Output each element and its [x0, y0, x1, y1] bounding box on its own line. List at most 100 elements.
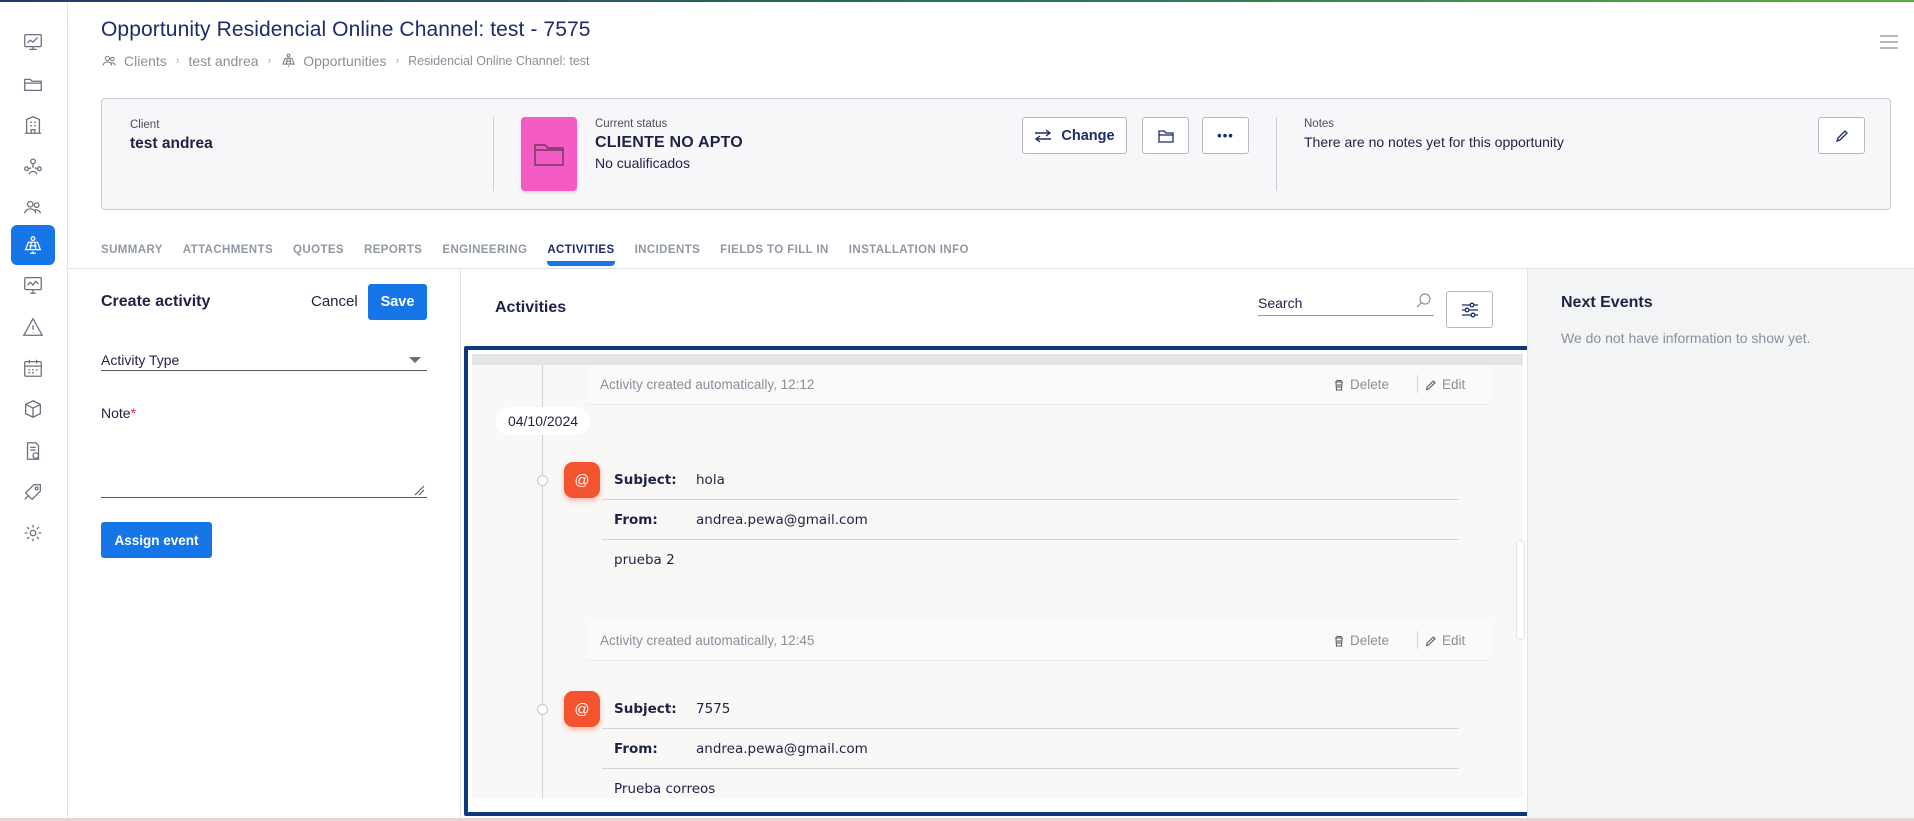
- delete-button[interactable]: Delete: [1333, 633, 1389, 648]
- open-folder-button[interactable]: [1142, 117, 1189, 154]
- feed-scroll-area[interactable]: Activity created automatically, 12:12 De…: [472, 354, 1523, 798]
- swap-arrows-icon: [1035, 128, 1052, 143]
- top-accent-bar: [0, 0, 1914, 2]
- edit-notes-button[interactable]: [1818, 117, 1865, 154]
- next-events-title: Next Events: [1561, 294, 1653, 311]
- note-textarea[interactable]: [101, 425, 427, 498]
- timeline-dot: [537, 704, 548, 715]
- notes: Notes There are no notes yet for this op…: [1304, 118, 1564, 150]
- activity-type-select[interactable]: Activity Type: [101, 349, 427, 371]
- chevron-right-icon: ›: [175, 54, 180, 67]
- divider: [493, 117, 494, 191]
- tab-incidents[interactable]: INCIDENTS: [635, 244, 701, 256]
- status-value: CLIENTE NO APTO: [595, 134, 743, 151]
- timeline-dot: [537, 475, 548, 486]
- tab-engineering[interactable]: ENGINEERING: [442, 244, 527, 256]
- tab-reports[interactable]: REPORTS: [364, 244, 422, 256]
- search-input[interactable]: Search: [1258, 291, 1434, 316]
- dashboard-icon: [24, 34, 42, 50]
- trash-icon: [1335, 379, 1343, 391]
- assign-event-button[interactable]: Assign event: [101, 522, 212, 558]
- tab-installation-info[interactable]: INSTALLATION INFO: [849, 244, 969, 256]
- tag-icon: [24, 484, 41, 501]
- folder-icon: [24, 78, 42, 92]
- tab-activities[interactable]: ACTIVITIES: [547, 244, 615, 266]
- tab-attachments[interactable]: ATTACHMENTS: [183, 244, 273, 256]
- save-button[interactable]: Save: [368, 284, 427, 320]
- current-status: Current status CLIENTE NO APTO No cualif…: [595, 118, 743, 171]
- email-from-row: From: andrea.pewa@gmail.com: [602, 729, 1459, 769]
- next-events-empty-text: We do not have information to show yet.: [1561, 330, 1811, 346]
- sidebar-item-calendar[interactable]: [11, 348, 55, 388]
- billing-icon: [26, 442, 40, 460]
- cancel-button[interactable]: Cancel: [311, 293, 358, 310]
- tab-fields-to-fill-in[interactable]: FIELDS TO FILL IN: [720, 244, 829, 256]
- opportunity-status-card: Client test andrea Current status CLIENT…: [101, 98, 1891, 210]
- clients-icon: [24, 200, 41, 214]
- sidebar-item-clients[interactable]: [11, 187, 55, 227]
- feed-top-bar: [472, 354, 1523, 365]
- filter-settings-button[interactable]: [1446, 291, 1493, 328]
- hamburger-menu-icon[interactable]: [1880, 34, 1898, 50]
- subject-value: hola: [696, 471, 725, 488]
- resize-handle-icon[interactable]: [414, 485, 425, 496]
- email-badge: @: [564, 462, 600, 498]
- divider: [1417, 631, 1418, 649]
- sidebar-item-network[interactable]: [11, 146, 55, 186]
- create-activity-title: Create activity: [101, 293, 211, 310]
- solar-opportunity-icon: [24, 236, 42, 254]
- tab-summary[interactable]: SUMMARY: [101, 244, 163, 256]
- sidebar-item-billing[interactable]: [11, 431, 55, 471]
- monitor-chart-icon: [24, 277, 42, 294]
- more-options-button[interactable]: •••: [1202, 117, 1249, 154]
- edit-button[interactable]: Edit: [1425, 377, 1465, 392]
- feed-scrollbar-thumb[interactable]: [1516, 540, 1525, 640]
- client-name: test andrea: [130, 135, 213, 152]
- sidebar-item-opportunities[interactable]: [11, 225, 55, 265]
- chevron-right-icon: ›: [395, 54, 400, 67]
- status-color-tile: [521, 117, 577, 191]
- change-status-button[interactable]: Change: [1022, 117, 1127, 154]
- column-divider: [460, 269, 461, 818]
- email-activity: Subject: 7575 From: andrea.pewa@gmail.co…: [602, 689, 1459, 797]
- activity-header-row: Activity created automatically, 12:12 De…: [587, 365, 1491, 405]
- delete-button[interactable]: Delete: [1333, 377, 1389, 392]
- edit-button[interactable]: Edit: [1425, 633, 1465, 648]
- email-body: Prueba correos: [614, 781, 716, 797]
- search-placeholder: Search: [1258, 295, 1303, 311]
- settings-icon: [24, 524, 42, 542]
- sidebar-item-files[interactable]: [11, 64, 55, 104]
- search-icon[interactable]: [1415, 292, 1432, 309]
- from-value: andrea.pewa@gmail.com: [696, 511, 868, 528]
- caret-down-icon: [409, 357, 421, 363]
- status-label: Current status: [595, 118, 668, 130]
- folder-open-icon: [1157, 129, 1174, 143]
- sidebar-item-incidents[interactable]: [11, 307, 55, 347]
- client-label: Client: [130, 119, 160, 131]
- breadcrumb-opportunities[interactable]: Opportunities: [303, 53, 386, 69]
- breadcrumb: Clients › test andrea › Opportunities › …: [101, 52, 590, 69]
- divider: [1417, 375, 1418, 393]
- people-network-icon: [24, 158, 42, 175]
- email-body: prueba 2: [614, 552, 675, 568]
- sidebar-item-settings[interactable]: [11, 513, 55, 553]
- breadcrumb-clients[interactable]: Clients: [124, 53, 167, 69]
- activity-type-placeholder: Activity Type: [101, 352, 180, 368]
- opportunity-tabs: SUMMARY ATTACHMENTS QUOTES REPORTS ENGIN…: [101, 244, 989, 266]
- activity-auto-text: Activity created automatically, 12:45: [600, 633, 815, 648]
- breadcrumb-client[interactable]: test andrea: [188, 53, 258, 69]
- sidebar-item-monitoring[interactable]: [11, 265, 55, 305]
- tab-quotes[interactable]: QUOTES: [293, 244, 344, 256]
- activity-auto-text: Activity created automatically, 12:12: [600, 377, 815, 392]
- chevron-right-icon: ›: [267, 54, 272, 67]
- subject-key: Subject:: [614, 700, 677, 717]
- sidebar-item-products[interactable]: [11, 389, 55, 429]
- status-subvalue: No cualificados: [595, 155, 690, 171]
- sidebar-item-companies[interactable]: [11, 105, 55, 145]
- sidebar-item-dashboard[interactable]: [11, 22, 55, 62]
- sidebar-item-tags[interactable]: [11, 472, 55, 512]
- folder-icon: [534, 144, 564, 166]
- next-events-panel: Next Events We do not have information t…: [1528, 269, 1914, 818]
- activities-title: Activities: [495, 299, 567, 316]
- divider: [1276, 117, 1277, 191]
